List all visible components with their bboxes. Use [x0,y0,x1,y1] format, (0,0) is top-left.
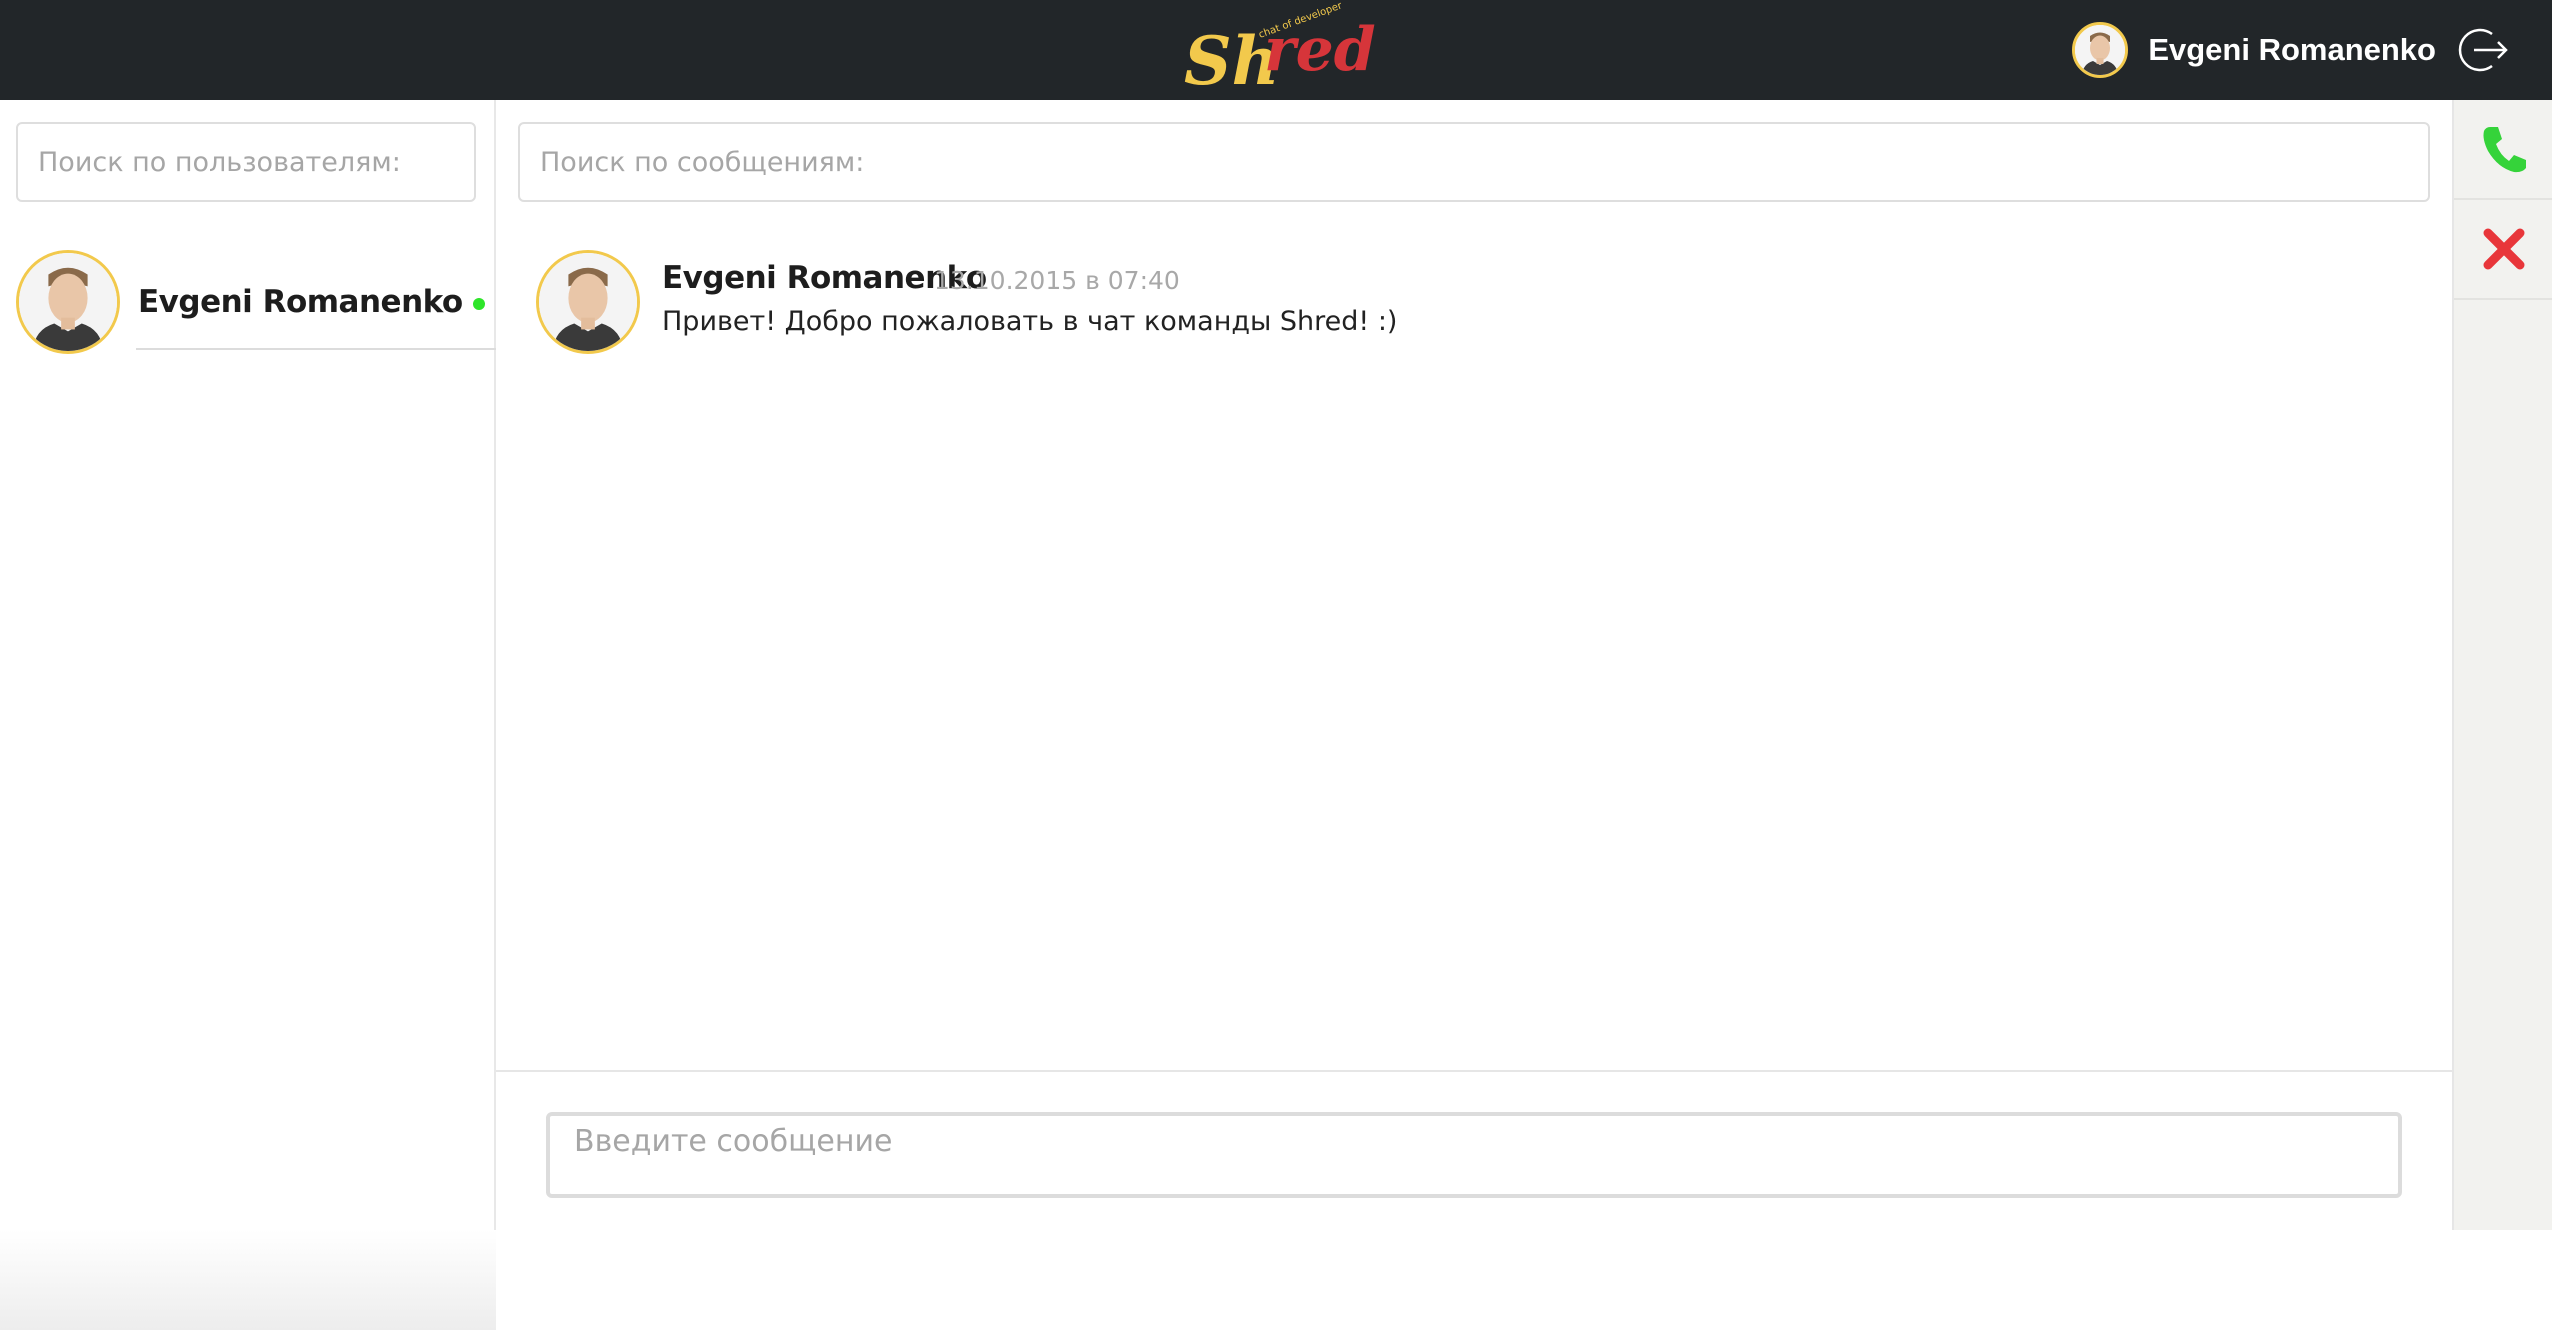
chat-area: Evgeni Romanenko 13.10.2015 в 07:40 Прив… [496,100,2452,1230]
top-bar: Sh red chat of developer Evgeni Romanenk… [0,0,2552,100]
current-user: Evgeni Romanenko [2072,0,2552,100]
message-text: Привет! Добро пожаловать в чат команды S… [662,306,1398,337]
logout-arrow-icon [2458,28,2508,72]
avatar[interactable] [2072,22,2129,78]
close-icon [2483,228,2525,270]
online-status-indicator [472,298,485,310]
sidebar-shadow [0,1230,496,1330]
shred-logo[interactable]: Sh red chat of developer [1170,0,1380,100]
logout-button[interactable] [2456,22,2512,78]
divider [136,348,496,350]
user-name: Evgeni Romanenko [138,284,463,320]
phone-icon [2483,127,2526,173]
message-timestamp: 13.10.2015 в 07:40 [934,266,1180,295]
user-search-input[interactable] [16,122,476,202]
call-panel [2452,100,2552,1230]
hang-up-button[interactable] [2454,200,2552,300]
call-button[interactable] [2454,100,2552,200]
chat-message: Evgeni Romanenko 13.10.2015 в 07:40 Прив… [536,250,2416,360]
message-search-input[interactable] [518,122,2430,202]
avatar[interactable] [536,250,640,354]
message-input[interactable] [546,1112,2402,1198]
message-composer-area [496,1070,2452,1230]
users-sidebar: Evgeni Romanenko [0,100,496,1330]
current-user-name: Evgeni Romanenko [2148,32,2436,67]
avatar [16,250,120,354]
user-list-item[interactable]: Evgeni Romanenko [16,250,496,354]
